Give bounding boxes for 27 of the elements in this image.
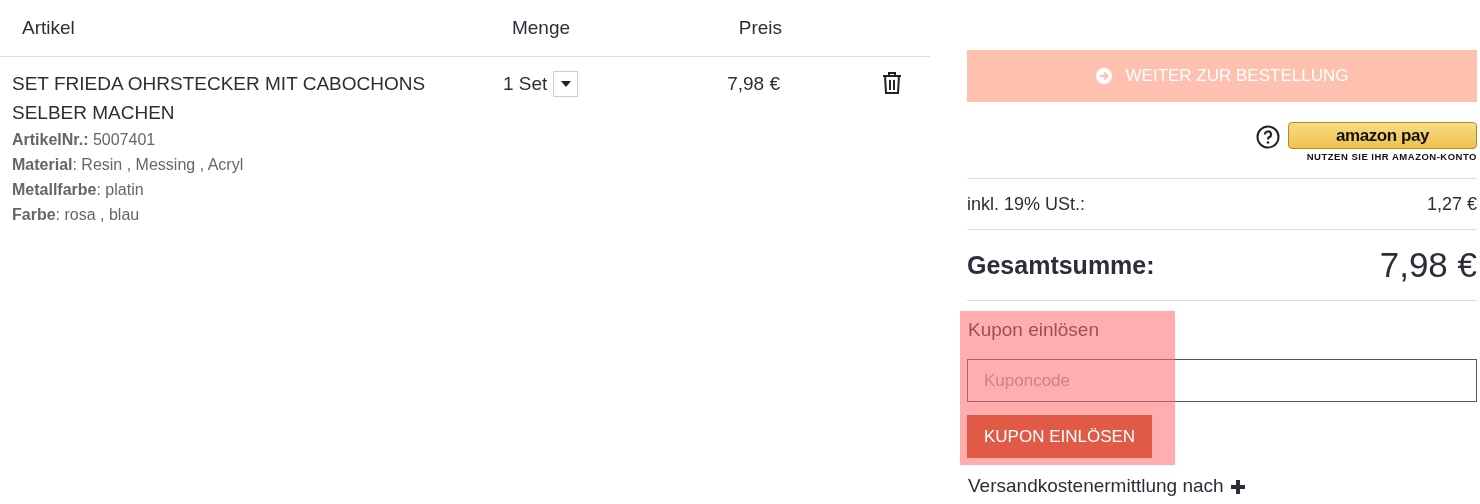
plus-icon <box>1229 478 1246 495</box>
total-value: 7,98 € <box>1379 244 1477 286</box>
column-header: Menge <box>511 16 571 38</box>
total-label: Gesamtsumme: <box>967 249 1155 281</box>
product-detail: Metallfarbe: platin <box>12 180 145 200</box>
help-icon[interactable] <box>1256 125 1280 149</box>
product-detail: ArtikelNr.: 5007401 <box>12 130 157 150</box>
item-price: 7,98 € <box>727 73 780 94</box>
column-header: Artikel <box>22 16 75 38</box>
product-detail: Farbe: rosa , blau <box>12 205 141 225</box>
delete-button[interactable] <box>882 71 902 95</box>
shipping-label: Versandkostenermittlung nach <box>968 474 1224 499</box>
quantity-value: 1 Set <box>503 72 548 96</box>
arrow-circle-icon <box>1095 68 1112 84</box>
amazon-pay-caption: NUTZEN SIE IHR AMAZON-KONTO <box>1306 150 1477 164</box>
trash-icon <box>882 71 902 95</box>
caret-icon <box>560 80 571 87</box>
coupon-heading: Kupon einlösen <box>967 318 1100 343</box>
expand-button[interactable] <box>1229 478 1246 495</box>
product-title[interactable]: SET FRIEDA OHRSTECKER MIT CABOCHONS SELBER MACHEN <box>12 69 440 127</box>
product-detail: Material: Resin , Messing , Acryl <box>12 155 245 175</box>
quantity-dropdown[interactable] <box>553 70 579 97</box>
tax-value: 1,27 € <box>1426 192 1477 216</box>
tax-label: inkl. 19% USt.: <box>967 192 1086 216</box>
column-header: Preis <box>738 16 782 38</box>
redeem-coupon-button[interactable]: KUPON EINLÖSEN <box>967 415 1153 459</box>
amazon-pay-button[interactable]: amazon pay <box>1288 122 1477 149</box>
